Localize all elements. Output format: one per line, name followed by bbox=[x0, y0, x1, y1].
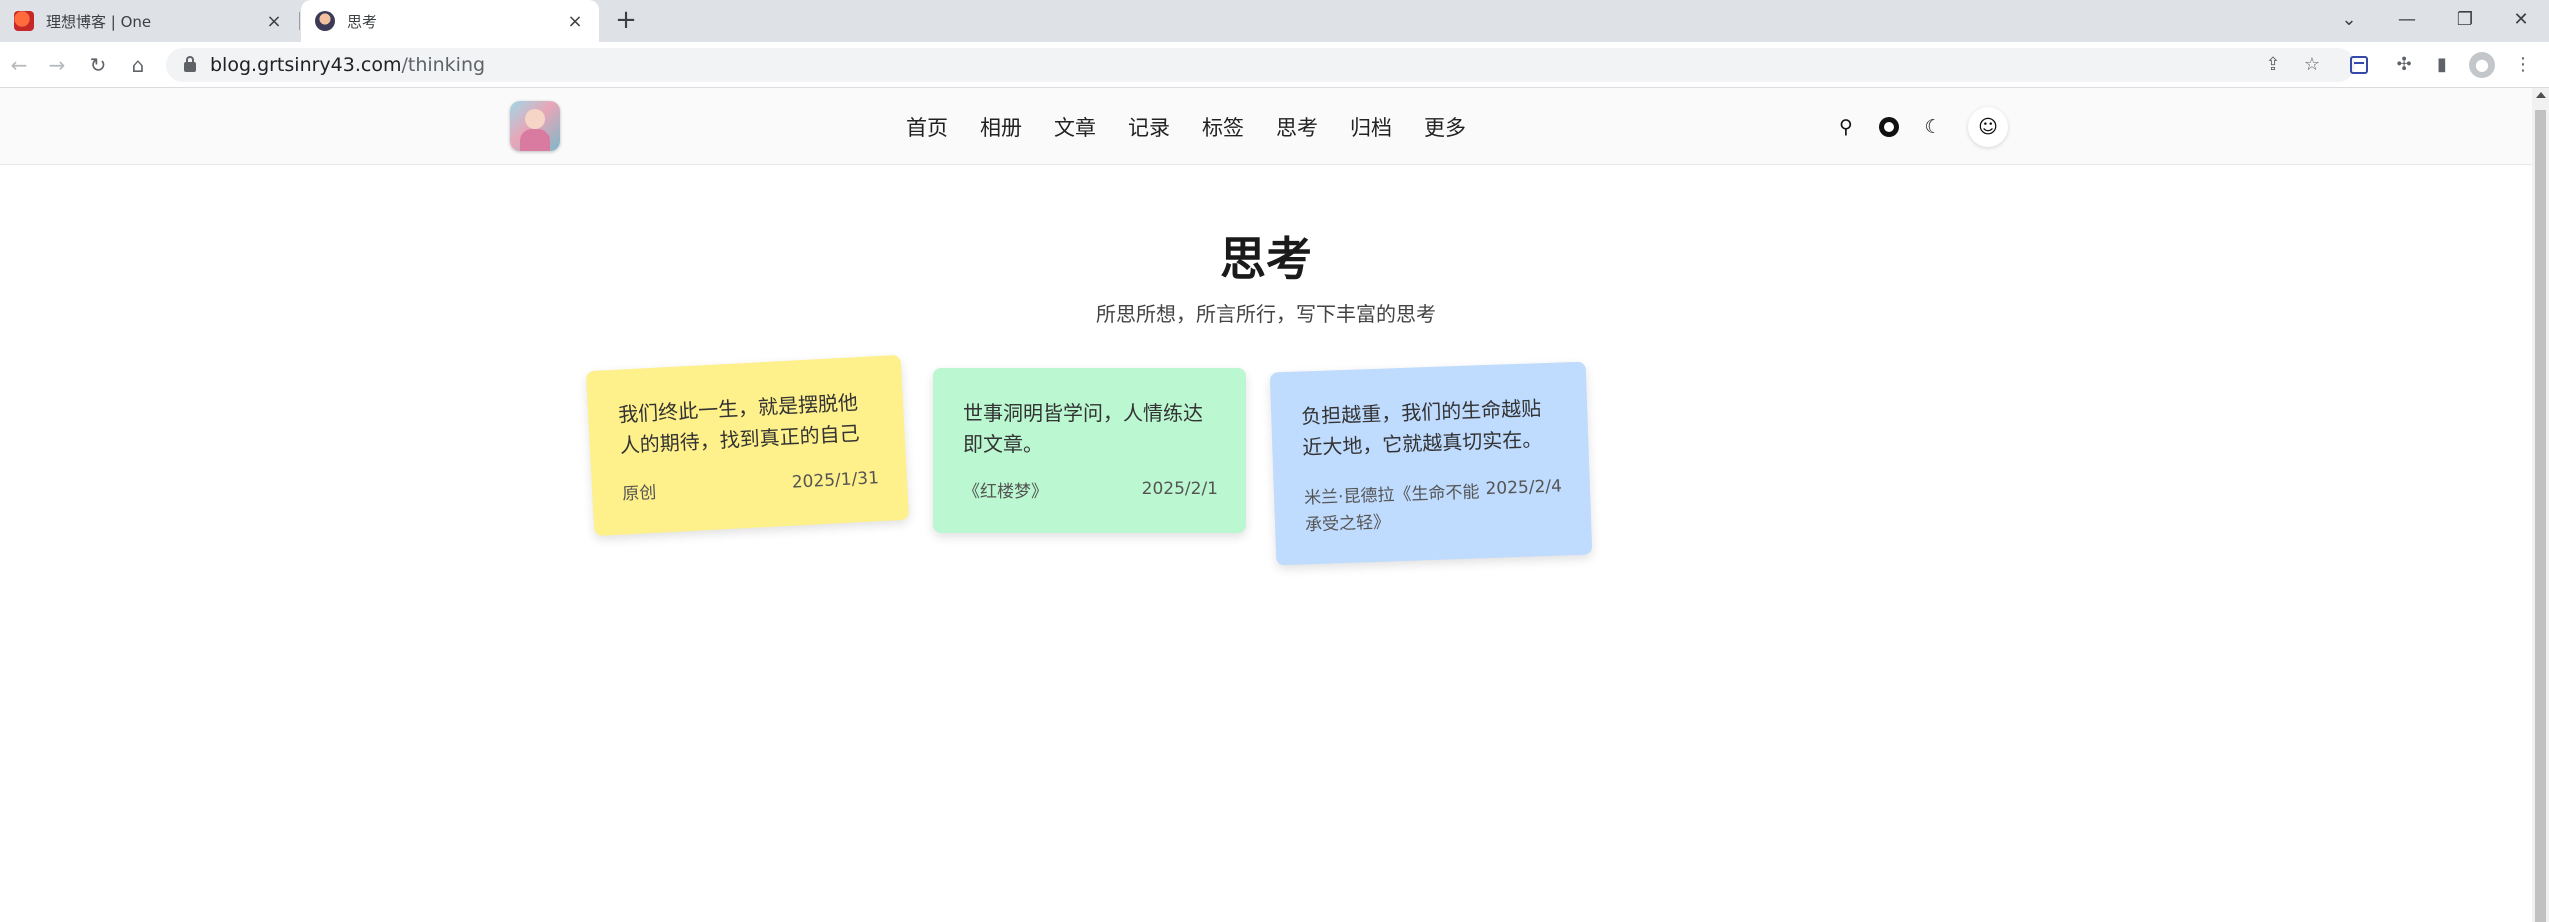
page-scrollbar[interactable] bbox=[2532, 88, 2549, 922]
page-viewport: 首页 相册 文章 记录 标签 思考 归档 更多 ⚲ ☾ ☺ 思考 所思所想，所言… bbox=[0, 88, 2549, 922]
tab-title: 思考 bbox=[347, 12, 378, 31]
page-title: 思考 bbox=[1220, 232, 1312, 286]
minimize-button[interactable]: — bbox=[2392, 5, 2422, 35]
thought-card[interactable]: 我们终此一生，就是摆脱他人的期待，找到真正的自己 原创 2025/1/31 bbox=[585, 354, 910, 537]
url-host: blog.grtsinry43.com bbox=[210, 54, 402, 76]
theme-toggle-icon[interactable]: ☾ bbox=[1918, 112, 1948, 142]
search-icon[interactable]: ⚲ bbox=[1831, 112, 1861, 142]
nav-item-thinking[interactable]: 思考 bbox=[1276, 112, 1318, 142]
scroll-up-arrow-icon[interactable] bbox=[2536, 92, 2546, 98]
site-header: 首页 相册 文章 记录 标签 思考 归档 更多 ⚲ ☾ ☺ bbox=[0, 88, 2532, 165]
main-nav: 首页 相册 文章 记录 标签 思考 归档 更多 bbox=[906, 88, 1498, 165]
nav-item-archive[interactable]: 归档 bbox=[1350, 112, 1392, 142]
nav-item-records[interactable]: 记录 bbox=[1128, 112, 1170, 142]
tab-title: 理想博客 | One bbox=[46, 12, 152, 31]
address-bar[interactable]: blog.grtsinry43.com/thinking ⇪ ☆ bbox=[166, 48, 2355, 82]
lock-icon[interactable] bbox=[184, 56, 196, 72]
thought-text: 我们终此一生，就是摆脱他人的期待，找到真正的自己 bbox=[617, 390, 861, 458]
github-icon[interactable] bbox=[1874, 112, 1904, 142]
window-close-button[interactable]: ✕ bbox=[2506, 5, 2536, 35]
nav-item-home[interactable]: 首页 bbox=[906, 112, 948, 142]
new-tab-button[interactable]: + bbox=[613, 7, 639, 34]
thought-date: 2025/2/1 bbox=[1141, 479, 1218, 499]
browser-toolbar: ← → ↻ ⌂ blog.grtsinry43.com/thinking ⇪ ☆… bbox=[0, 42, 2549, 88]
share-icon[interactable]: ⇪ bbox=[2258, 50, 2288, 80]
home-icon[interactable]: ⌂ bbox=[123, 50, 153, 80]
thought-source: 原创 bbox=[621, 482, 657, 505]
nav-item-more[interactable]: 更多 bbox=[1424, 112, 1466, 142]
thought-card[interactable]: 负担越重，我们的生命越贴近大地，它就越真切实在。 米兰·昆德拉《生命不能承受之轻… bbox=[1269, 361, 1593, 566]
thought-text: 世事洞明皆学问，人情练达即文章。 bbox=[963, 401, 1203, 456]
page-subtitle: 所思所想，所言所行，写下丰富的思考 bbox=[1096, 302, 1436, 326]
close-icon[interactable]: × bbox=[565, 11, 585, 32]
back-arrow-icon[interactable]: ← bbox=[4, 50, 34, 80]
restore-button[interactable]: ❐ bbox=[2450, 5, 2480, 35]
thought-date: 2025/2/4 bbox=[1485, 476, 1563, 500]
tab-separator bbox=[299, 12, 300, 30]
profile-avatar-icon[interactable]: ● bbox=[2469, 52, 2495, 78]
browser-menu-icon[interactable]: ⋮ bbox=[2508, 50, 2538, 80]
tab-search-chevron-icon[interactable]: ⌄ bbox=[2334, 5, 2364, 35]
scrollbar-thumb[interactable] bbox=[2535, 110, 2546, 922]
nav-item-tags[interactable]: 标签 bbox=[1202, 112, 1244, 142]
thought-date: 2025/1/31 bbox=[791, 468, 880, 493]
thought-source: 《红楼梦》 bbox=[963, 482, 1048, 502]
user-add-icon[interactable]: ☺ bbox=[1968, 107, 2008, 147]
thought-source: 米兰·昆德拉《生命不能承受之轻》 bbox=[1303, 482, 1480, 536]
thought-card[interactable]: 世事洞明皆学问，人情练达即文章。 《红楼梦》 2025/2/1 bbox=[933, 368, 1246, 533]
site-logo[interactable] bbox=[510, 101, 560, 151]
avatar-favicon-icon bbox=[315, 11, 335, 31]
bookmark-star-icon[interactable]: ☆ bbox=[2297, 50, 2327, 80]
extensions-puzzle-icon[interactable]: ✣ bbox=[2389, 50, 2419, 80]
browser-tab-blog-home[interactable]: 理想博客 | One × bbox=[0, 0, 298, 42]
side-panel-icon[interactable]: ▮ bbox=[2427, 50, 2457, 80]
blog-favicon-icon bbox=[14, 11, 34, 31]
close-icon[interactable]: × bbox=[264, 11, 284, 32]
nav-item-articles[interactable]: 文章 bbox=[1054, 112, 1096, 142]
reload-icon[interactable]: ↻ bbox=[83, 50, 113, 80]
forward-arrow-icon[interactable]: → bbox=[42, 50, 72, 80]
browser-tab-strip: 理想博客 | One × 思考 × + ⌄ — ❐ ✕ bbox=[0, 0, 2549, 42]
nav-item-album[interactable]: 相册 bbox=[980, 112, 1022, 142]
calendar-extension-icon[interactable] bbox=[2344, 50, 2374, 80]
thought-text: 负担越重，我们的生命越贴近大地，它就越真切实在。 bbox=[1300, 396, 1543, 460]
browser-tab-thinking[interactable]: 思考 × bbox=[301, 0, 599, 42]
url-path: /thinking bbox=[401, 54, 486, 76]
